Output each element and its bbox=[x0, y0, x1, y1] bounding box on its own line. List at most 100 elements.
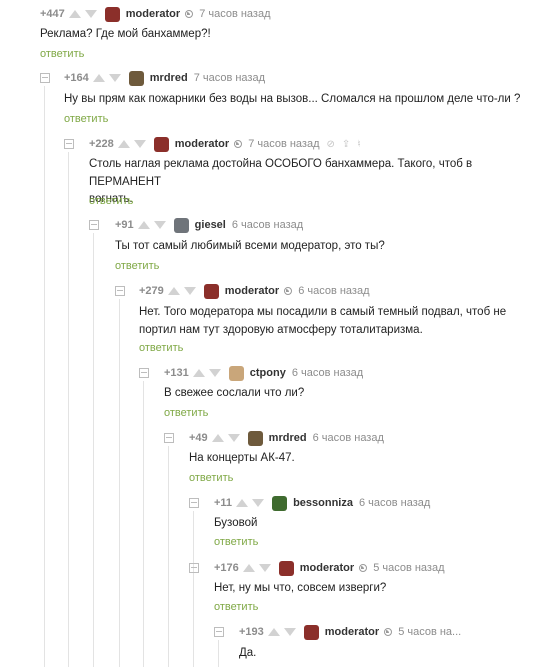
downvote-icon[interactable] bbox=[133, 140, 146, 148]
upvote-icon[interactable] bbox=[167, 287, 180, 295]
avatar[interactable] bbox=[173, 217, 189, 233]
author-name[interactable]: mrdred bbox=[150, 72, 188, 84]
comment-header: +176 moderator 5 часов назад bbox=[214, 560, 445, 576]
bookmark-icon[interactable]: ♮ bbox=[357, 139, 361, 150]
avatar[interactable] bbox=[203, 283, 219, 299]
author-name[interactable]: moderator bbox=[225, 285, 279, 297]
reply-link[interactable]: ответить bbox=[115, 260, 159, 272]
reply-link[interactable]: ответить bbox=[40, 48, 84, 60]
reply-link[interactable]: ответить bbox=[164, 407, 208, 419]
comment-time[interactable]: 7 часов назад bbox=[199, 8, 270, 20]
reply-link[interactable]: ответить bbox=[139, 342, 183, 354]
upvote-icon[interactable] bbox=[192, 369, 205, 377]
comment-rating: +193 bbox=[239, 626, 264, 638]
save-icon[interactable]: ⇪ bbox=[342, 139, 350, 150]
author-name[interactable]: giesel bbox=[195, 219, 226, 231]
moderator-icon bbox=[284, 287, 293, 295]
downvote-icon[interactable] bbox=[227, 434, 240, 442]
author-name[interactable]: bessonniza bbox=[293, 497, 353, 509]
collapse-toggle[interactable] bbox=[89, 220, 99, 230]
downvote-icon[interactable] bbox=[84, 10, 97, 18]
author-name[interactable]: mrdred bbox=[269, 432, 307, 444]
comment-time[interactable]: 5 часов назад bbox=[373, 562, 444, 574]
avatar[interactable] bbox=[303, 624, 319, 640]
comment-text: Нет, ну мы что, совсем изверги? bbox=[214, 582, 387, 594]
downvote-icon[interactable] bbox=[258, 564, 271, 572]
downvote-icon[interactable] bbox=[153, 221, 166, 229]
upvote-icon[interactable] bbox=[267, 628, 280, 636]
reply-link[interactable]: ответить bbox=[189, 472, 233, 484]
collapse-toggle[interactable] bbox=[189, 498, 199, 508]
avatar[interactable] bbox=[272, 495, 288, 511]
comment-time[interactable]: 5 часов на... bbox=[398, 626, 461, 638]
avatar[interactable] bbox=[278, 560, 294, 576]
collapse-toggle[interactable] bbox=[139, 368, 149, 378]
avatar[interactable] bbox=[228, 365, 244, 381]
collapse-toggle[interactable] bbox=[214, 627, 224, 637]
thread-line[interactable] bbox=[119, 299, 120, 667]
comment-time[interactable]: 7 часов назад bbox=[248, 138, 319, 150]
upvote-icon[interactable] bbox=[242, 564, 255, 572]
comment-time[interactable]: 6 часов назад bbox=[292, 367, 363, 379]
comment-rating: +228 bbox=[89, 138, 114, 150]
upvote-icon[interactable] bbox=[117, 140, 130, 148]
comment-header: +11 bessonniza 6 часов назад bbox=[214, 495, 430, 511]
upvote-icon[interactable] bbox=[68, 10, 81, 18]
author-name[interactable]: moderator bbox=[325, 626, 379, 638]
downvote-icon[interactable] bbox=[183, 287, 196, 295]
upvote-icon[interactable] bbox=[137, 221, 150, 229]
comment-time[interactable]: 6 часов назад bbox=[313, 432, 384, 444]
thread-line[interactable] bbox=[93, 233, 94, 667]
collapse-toggle[interactable] bbox=[164, 433, 174, 443]
thread-line[interactable] bbox=[218, 640, 219, 667]
comment-header: +91 giesel 6 часов назад bbox=[115, 217, 303, 233]
moderator-icon bbox=[185, 10, 194, 18]
comment-text: В свежее сослали что ли? bbox=[164, 387, 305, 399]
comment-text: На концерты АК-47. bbox=[189, 452, 295, 464]
downvote-icon[interactable] bbox=[252, 499, 265, 507]
avatar[interactable] bbox=[104, 6, 120, 22]
thread-line[interactable] bbox=[68, 152, 69, 667]
comment-rating: +447 bbox=[40, 8, 65, 20]
moderator-icon bbox=[234, 140, 243, 148]
upvote-icon[interactable] bbox=[211, 434, 224, 442]
author-name[interactable]: ctpony bbox=[250, 367, 286, 379]
reply-link[interactable]: ответить bbox=[214, 601, 258, 613]
comment-time[interactable]: 6 часов назад bbox=[359, 497, 430, 509]
comment-header: +447 moderator 7 часов назад bbox=[40, 6, 271, 22]
comment-text: Столь наглая реклама достойна ОСОБОГО ба… bbox=[89, 158, 473, 205]
comment-text: Нет. Того модератора мы посадили в самый… bbox=[139, 306, 507, 336]
comment-header: +279 moderator 6 часов назад bbox=[139, 283, 370, 299]
reply-link[interactable]: ответить bbox=[89, 195, 133, 207]
avatar[interactable] bbox=[153, 136, 169, 152]
thread-line[interactable] bbox=[193, 511, 194, 667]
comment-rating: +176 bbox=[214, 562, 239, 574]
comment-header: +49 mrdred 6 часов назад bbox=[189, 430, 384, 446]
collapse-toggle[interactable] bbox=[115, 286, 125, 296]
comment-rating: +91 bbox=[115, 219, 134, 231]
reply-link[interactable]: ответить bbox=[64, 113, 108, 125]
downvote-icon[interactable] bbox=[208, 369, 221, 377]
comment-time[interactable]: 6 часов назад bbox=[232, 219, 303, 231]
downvote-icon[interactable] bbox=[283, 628, 296, 636]
comment-time[interactable]: 6 часов назад bbox=[298, 285, 369, 297]
author-name[interactable]: moderator bbox=[175, 138, 229, 150]
collapse-toggle[interactable] bbox=[64, 139, 74, 149]
collapse-toggle[interactable] bbox=[40, 73, 50, 83]
thread-line[interactable] bbox=[44, 86, 45, 667]
thread-line[interactable] bbox=[168, 446, 169, 667]
collapse-toggle[interactable] bbox=[189, 563, 199, 573]
link-icon[interactable]: ⊘ bbox=[327, 139, 335, 150]
upvote-icon[interactable] bbox=[92, 74, 105, 82]
author-name[interactable]: moderator bbox=[126, 8, 180, 20]
comment-header: +164 mrdred 7 часов назад bbox=[64, 70, 265, 86]
comment-rating: +131 bbox=[164, 367, 189, 379]
comment-time[interactable]: 7 часов назад bbox=[194, 72, 265, 84]
avatar[interactable] bbox=[128, 70, 144, 86]
reply-link[interactable]: ответить bbox=[214, 536, 258, 548]
downvote-icon[interactable] bbox=[108, 74, 121, 82]
upvote-icon[interactable] bbox=[236, 499, 249, 507]
avatar[interactable] bbox=[247, 430, 263, 446]
author-name[interactable]: moderator bbox=[300, 562, 354, 574]
thread-line[interactable] bbox=[143, 381, 144, 667]
